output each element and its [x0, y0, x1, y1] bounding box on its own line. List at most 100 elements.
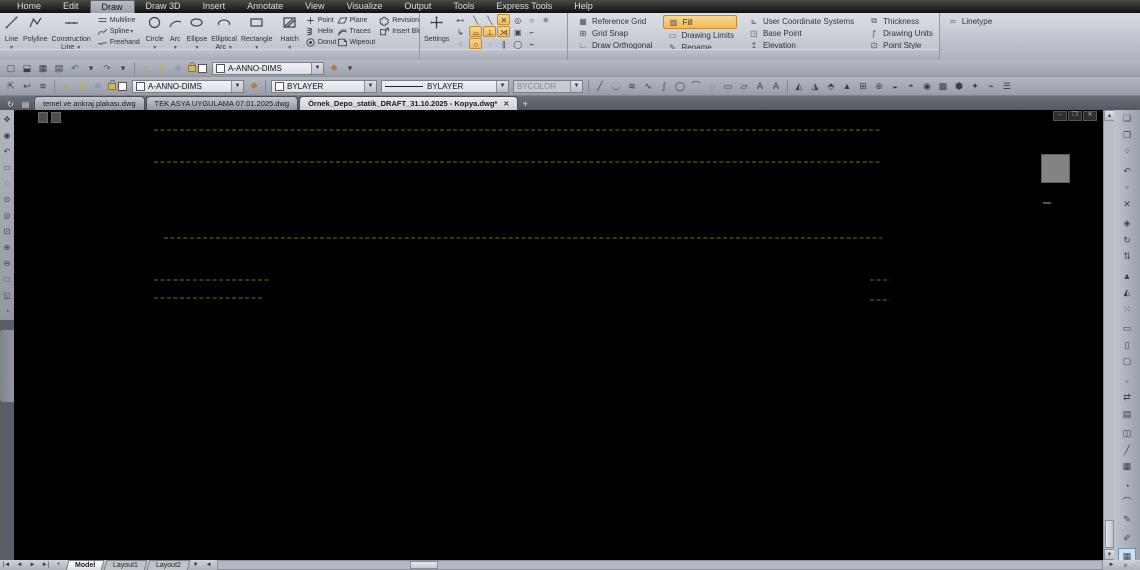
draw-mini-tool-7[interactable]: ◌ — [705, 80, 719, 93]
draw-tool-polyline[interactable]: Polyline — [21, 14, 50, 50]
hatch-grid-icon[interactable]: ▦ — [1118, 459, 1136, 474]
rect-tool-3-icon[interactable]: ▢ — [1118, 354, 1136, 369]
close-tab-icon[interactable]: ✕ — [503, 101, 509, 108]
open-button[interactable]: ⬓ — [20, 62, 34, 75]
layer-thaw-icon[interactable]: ☀ — [155, 62, 169, 75]
drawing-canvas[interactable]: – ❐ ✕ — [14, 110, 1103, 560]
draw-tool-point[interactable]: Point — [305, 15, 337, 26]
last-layout-button[interactable]: ►| — [39, 562, 52, 568]
ribbon-tab-edit[interactable]: Edit — [52, 0, 90, 13]
plot-style-combo[interactable]: BYCOLOR ▼ — [513, 79, 583, 93]
view-orientation-button[interactable] — [38, 112, 48, 123]
region-icon[interactable]: ▫ — [1118, 180, 1136, 195]
array-rect-icon[interactable]: ⁙ — [1118, 302, 1136, 317]
layer-freeze-icon[interactable]: ❄ — [171, 62, 185, 75]
draw-tool-elliptical-arc[interactable]: EllipticalArc ▼ — [209, 14, 239, 51]
draw-mini-tool-2[interactable]: ≋ — [625, 80, 639, 93]
chevron-down-icon[interactable]: ▼ — [311, 62, 323, 74]
scroll-right-icon[interactable]: ► — [1105, 562, 1118, 568]
mirror-icon[interactable]: ◈ — [1118, 216, 1136, 231]
solids-mini-tool-13[interactable]: ☰ — [1000, 80, 1014, 93]
snap-toggle-1-4[interactable]: ⌐ — [525, 26, 538, 37]
curve-edit-icon[interactable]: ⌒ — [1118, 495, 1136, 510]
draw-tool-traces[interactable]: Traces — [337, 26, 376, 37]
pan-icon[interactable]: ✥ — [1, 112, 13, 128]
point-array-icon[interactable]: ⁘ — [1118, 144, 1136, 159]
layer-lock-icon[interactable] — [188, 61, 196, 72]
setting-user-coordinate-systems[interactable]: ⊾ User Coordinate Systems — [745, 15, 857, 27]
setting-grid-snap[interactable]: ⊞ Grid Snap — [574, 27, 655, 39]
setting-linetype[interactable]: ═ Linetype — [944, 15, 995, 27]
zoom-previous-icon[interactable]: ↶ — [1, 144, 13, 160]
draw-tool-line[interactable]: Line ▼ — [2, 14, 21, 51]
draw-tool-helix[interactable]: Helix — [305, 26, 337, 37]
layer-properties-button[interactable]: ❖ — [247, 80, 261, 93]
snap-toggle-1-1[interactable]: ⊥ — [483, 26, 497, 37]
properties-panel-tab[interactable] — [0, 330, 14, 402]
diagonal-trim-icon[interactable]: ╱ — [1118, 443, 1136, 458]
zoom-scale-icon[interactable]: ⊙ — [1, 192, 13, 208]
solids-mini-tool-4[interactable]: ⊞ — [856, 80, 870, 93]
zoom-all-icon[interactable]: □ — [1, 272, 13, 288]
vertical-scrollbar[interactable]: ▲ ▼ — [1103, 110, 1115, 560]
close-icon[interactable]: ✕ — [1083, 111, 1097, 121]
zoom-in-icon[interactable]: ⊕ — [1, 240, 13, 256]
plot-button[interactable]: ▤ — [52, 62, 66, 75]
horizontal-scrollbar[interactable] — [217, 560, 1103, 570]
solids-mini-tool-3[interactable]: ▲ — [840, 80, 854, 93]
ribbon-tab-draw-3d[interactable]: Draw 3D — [135, 0, 192, 13]
draw-tool-spline[interactable]: Spline ▼ — [97, 26, 140, 37]
arc-edit-icon[interactable]: ◔ — [1118, 479, 1136, 494]
tab-scroll-icon[interactable]: ↻ — [4, 99, 17, 110]
new-button[interactable]: ▢ — [4, 62, 18, 75]
snap-toggle-1-2[interactable]: ⋊ — [497, 26, 511, 37]
layer-combo[interactable]: A-ANNO-DIMS ▼ — [212, 61, 324, 75]
zoom-center-icon[interactable]: ◎ — [1, 208, 13, 224]
snap-toggle-0-3[interactable]: ◎ — [511, 14, 524, 25]
setting-fill[interactable]: ▨ Fill — [663, 15, 737, 29]
ribbon-tab-home[interactable]: Home — [6, 0, 52, 13]
ribbon-tab-view[interactable]: View — [294, 0, 335, 13]
snap-toggle-2-4[interactable]: ⌁ — [525, 38, 538, 49]
snap-toggle-2-2[interactable]: ∥ — [497, 38, 510, 49]
offset-icon[interactable]: ⇅ — [1118, 249, 1136, 264]
solids-mini-tool-0[interactable]: ◭ — [792, 80, 806, 93]
solids-mini-tool-12[interactable]: ⌁ — [984, 80, 998, 93]
layer-properties-button[interactable]: ❖ — [327, 62, 341, 75]
snap-toggle-2-1[interactable]: · — [483, 38, 496, 49]
setting-drawing-units[interactable]: ƒ Drawing Units — [865, 27, 936, 39]
draw-tool-construction-line[interactable]: ConstructionLine ▼ — [50, 14, 93, 51]
next-layout-button[interactable]: ► — [26, 562, 39, 568]
snap-toggle-0-1[interactable]: ╲ — [483, 14, 496, 25]
snap-toggle-2-3[interactable]: ◯ — [511, 38, 524, 49]
new-layout-button[interactable]: + — [52, 562, 65, 568]
chevron-down-icon[interactable]: ▼ — [570, 80, 582, 92]
snap-toggle-2-0[interactable]: ○ — [469, 38, 483, 49]
redo-dropdown[interactable]: ▾ — [116, 62, 130, 75]
zoom-extents-icon[interactable]: ◱ — [1, 288, 13, 304]
draw-mini-tool-1[interactable]: ◡ — [609, 80, 623, 93]
snap-toggle-0-4[interactable]: ○ — [525, 14, 538, 25]
linetype-combo[interactable]: BYLAYER ▼ — [381, 79, 509, 93]
layer-on-icon[interactable]: ☼ — [139, 62, 153, 75]
copy-nested-icon[interactable]: ❐ — [1118, 128, 1136, 143]
draw-tool-wipeout[interactable]: Wipeout — [337, 37, 375, 48]
rect-tool-2-icon[interactable]: ▯ — [1118, 338, 1136, 353]
ribbon-tab-insert[interactable]: Insert — [192, 0, 237, 13]
zoom-window-icon[interactable]: ▭ — [1, 160, 13, 176]
draw-tool-ellipse[interactable]: Ellipse ▼ — [185, 14, 210, 51]
split-icon[interactable]: ◫ — [1118, 426, 1136, 441]
document-tab-tek-asya-uygulama-07-01-2025-d[interactable]: TEK ASYA UYGULAMA 07.01.2025.dwg — [145, 96, 299, 110]
snap-mini-0[interactable]: ⊷ — [454, 14, 466, 25]
draw-mini-tool-9[interactable]: ▱ — [737, 80, 751, 93]
named-views-icon[interactable]: ◔ — [1, 304, 13, 320]
snap-toggle-1-3[interactable]: ▣ — [511, 26, 524, 37]
draw-tool-plane[interactable]: Plane — [336, 15, 376, 26]
draw-mini-tool-4[interactable]: ʃ — [657, 80, 671, 93]
mirror-text-icon[interactable]: ◭ — [1118, 285, 1136, 300]
solids-mini-tool-11[interactable]: ✦ — [968, 80, 982, 93]
draw-tool-donut[interactable]: Donut — [305, 37, 337, 48]
snap-toggle-1-0[interactable]: ⌓ — [469, 26, 483, 37]
zoom-realtime-icon[interactable]: ◉ — [1, 128, 13, 144]
solids-mini-tool-5[interactable]: ⊕ — [872, 80, 886, 93]
